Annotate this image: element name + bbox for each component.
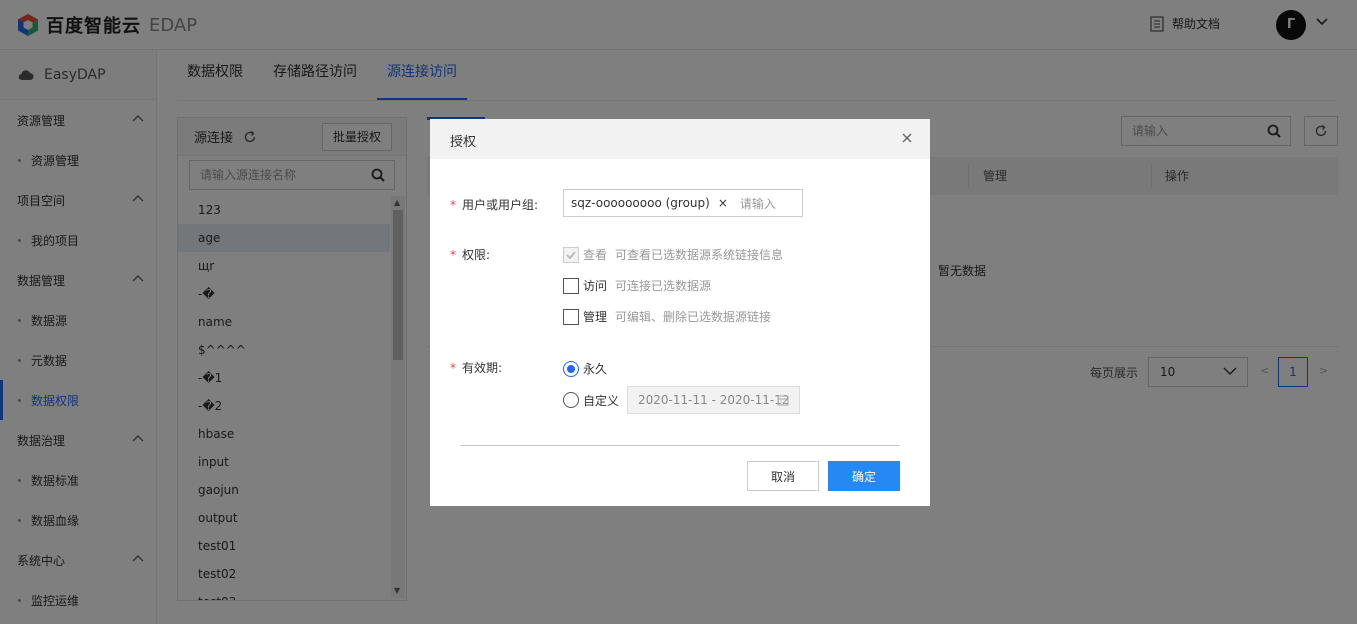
dialog-footer-divider: [460, 445, 900, 446]
user-field-label-text: 用户或用户组:: [462, 198, 539, 212]
close-icon[interactable]: [900, 131, 914, 145]
custom-label[interactable]: 自定义: [583, 392, 619, 409]
access-description: 可连接已选数据源: [615, 279, 712, 293]
permanent-radio[interactable]: [563, 360, 579, 377]
custom-radio[interactable]: [563, 392, 579, 408]
access-label[interactable]: 访问: [583, 277, 607, 294]
validity-permanent-option[interactable]: 永久: [563, 360, 607, 377]
user-input-placeholder: 请输入: [739, 196, 776, 211]
permission-label: * 权限:: [450, 246, 490, 263]
permission-view: 查看 可查看已选数据源系统链接信息: [563, 246, 783, 263]
dialog-title: 授权: [450, 135, 477, 150]
permission-access[interactable]: 访问 可连接已选数据源: [563, 277, 711, 294]
user-field-label: * 用户或用户组:: [450, 196, 538, 213]
user-tag-label: sqz-ooooooooo (group): [571, 196, 710, 210]
manage-checkbox[interactable]: [563, 308, 579, 325]
confirm-button[interactable]: 确定: [828, 461, 900, 491]
permanent-label[interactable]: 永久: [583, 360, 607, 377]
access-checkbox[interactable]: [563, 277, 579, 294]
authorize-dialog: 授权 * 用户或用户组: sqz-ooooooooo (group) × 请输入 …: [430, 119, 930, 506]
validity-label-text: 有效期:: [462, 361, 503, 375]
dialog-header: 授权: [430, 119, 930, 159]
date-range-value: 2020-11-11 - 2020-11-12: [638, 393, 790, 407]
user-group-input[interactable]: sqz-ooooooooo (group) × 请输入: [563, 189, 803, 217]
required-asterisk: *: [450, 361, 456, 375]
validity-label: * 有效期:: [450, 359, 502, 376]
manage-description: 可编辑、删除已选数据源链接: [615, 310, 772, 324]
checkmark-icon: [566, 250, 576, 259]
permission-label-text: 权限:: [462, 248, 491, 262]
validity-custom-option[interactable]: 自定义 2020-11-11 - 2020-11-12: [563, 386, 801, 414]
manage-label[interactable]: 管理: [583, 308, 607, 325]
view-description: 可查看已选数据源系统链接信息: [615, 248, 784, 262]
date-range-picker[interactable]: 2020-11-11 - 2020-11-12: [627, 386, 801, 414]
view-label: 查看: [583, 248, 608, 262]
required-asterisk: *: [450, 248, 456, 262]
required-asterisk: *: [450, 198, 456, 212]
calendar-icon: [777, 395, 789, 406]
cancel-button[interactable]: 取消: [747, 461, 819, 491]
view-checkbox: [563, 246, 579, 263]
user-tag: sqz-ooooooooo (group) ×: [571, 196, 728, 210]
permission-manage[interactable]: 管理 可编辑、删除已选数据源链接: [563, 308, 771, 325]
tag-remove-icon[interactable]: ×: [718, 196, 728, 210]
